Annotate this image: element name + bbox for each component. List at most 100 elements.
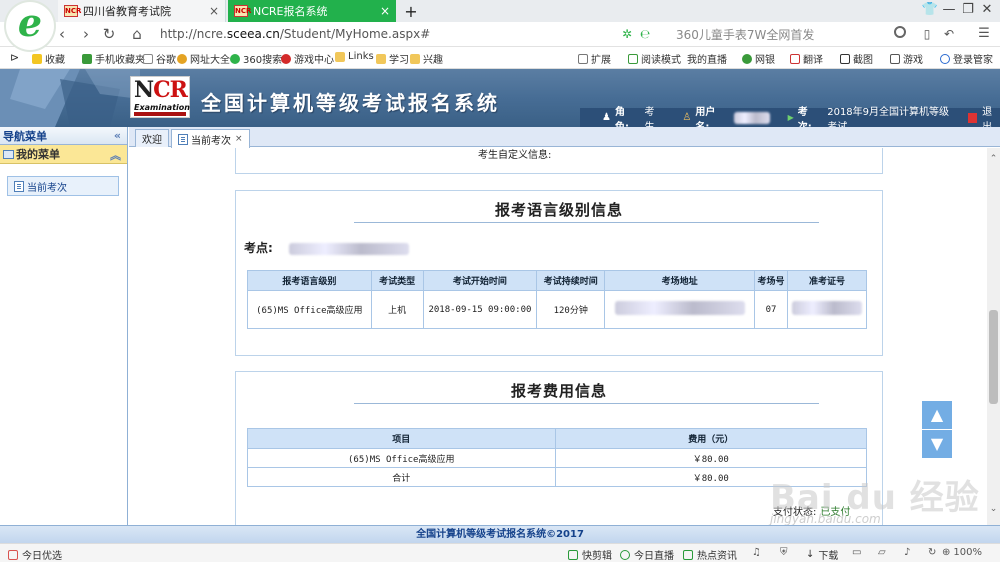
- toolbar-login-manager[interactable]: 登录管家: [940, 51, 993, 66]
- url-input[interactable]: http://ncre. sceea.cn/Student/MyHome.aspx…: [160, 24, 600, 44]
- site-footer: 全国计算机等级考试报名系统©2017: [0, 525, 1000, 543]
- back-icon[interactable]: ‹: [53, 25, 71, 43]
- header-decoration: [0, 69, 140, 127]
- status-today-picks[interactable]: 今日优选: [8, 547, 62, 562]
- bookmark-links[interactable]: Links: [335, 51, 374, 62]
- toolbar-live[interactable]: 我的直播: [687, 51, 727, 66]
- maximize-icon[interactable]: ❐: [959, 2, 977, 17]
- custom-info-label: 考生自定义信息:: [478, 150, 552, 161]
- vertical-scrollbar[interactable]: ⌃ ⌄: [987, 148, 1000, 525]
- bookmark-hao360[interactable]: 网址大全: [177, 51, 230, 66]
- browser-tab-sceea[interactable]: NCR 四川省教育考试院 ×: [58, 0, 226, 22]
- bookmark-favorites[interactable]: 收藏: [32, 51, 65, 66]
- close-tab-icon[interactable]: ×: [235, 134, 243, 144]
- tab-current-exam[interactable]: 当前考次 ×: [171, 129, 250, 148]
- toolbar-extensions[interactable]: 扩展: [578, 51, 611, 66]
- scroll-up-button[interactable]: ▲: [922, 401, 952, 429]
- toolbar-translate[interactable]: 翻译: [790, 51, 823, 66]
- content-tab-bar: 欢迎 当前考次 ×: [129, 127, 1000, 148]
- logout-icon: [968, 112, 978, 123]
- status-hot-news[interactable]: 热点资讯: [683, 547, 737, 562]
- toolbar-screenshot[interactable]: 截图: [840, 51, 873, 66]
- browser-tab-ncre[interactable]: NCR NCRE报名系统 ×: [228, 0, 396, 22]
- undo-icon[interactable]: ↶: [940, 27, 958, 41]
- lang-table: 报考语言级别 考试类型 考试开始时间 考试持续时间 考场地址 考场号 准考证号 …: [247, 270, 868, 329]
- refresh-icon[interactable]: ↻: [100, 25, 118, 43]
- globe-icon: [177, 53, 187, 64]
- site-title: 全国计算机等级考试报名系统: [201, 91, 500, 115]
- table-header-row: 项目 费用（元）: [247, 428, 867, 449]
- menu-icon[interactable]: ☰: [975, 26, 993, 41]
- browser-logo[interactable]: e: [6, 2, 54, 50]
- url-prefix: http://ncre.: [160, 27, 227, 41]
- toolbar-reading-mode[interactable]: 阅读模式: [628, 51, 681, 66]
- ncre-logo: NCR Examination: [130, 76, 190, 118]
- url-domain: sceea.cn: [226, 27, 280, 41]
- exam-label: 考次:: [797, 106, 812, 128]
- forward-icon[interactable]: ›: [77, 25, 95, 43]
- lang-section-title: 报考语言级别信息: [494, 201, 623, 219]
- scissors-icon: [840, 53, 850, 64]
- download-icon: ↓: [806, 549, 815, 560]
- close-window-icon[interactable]: ✕: [978, 2, 996, 17]
- status-refresh-icon[interactable]: ↻: [928, 547, 936, 558]
- arrow-icon: ▶: [787, 113, 794, 122]
- person-icon: ♟: [602, 112, 611, 123]
- folder-icon: [410, 53, 420, 64]
- browser-tab-title: NCRE报名系统: [253, 5, 328, 18]
- bookmark-study[interactable]: 学习: [376, 51, 409, 66]
- minimize-icon[interactable]: —: [940, 2, 958, 17]
- status-speaker-icon[interactable]: ♪: [904, 547, 910, 558]
- gamepad-icon: [890, 53, 900, 64]
- toolbar-games[interactable]: 游戏: [890, 51, 923, 66]
- scroll-arrow-down-icon[interactable]: ⌄: [988, 504, 999, 514]
- status-quick-clip[interactable]: 快剪辑: [568, 547, 612, 562]
- status-dash-icon[interactable]: ▱: [878, 547, 886, 558]
- compat-mode-icon[interactable]: ℮: [636, 27, 654, 41]
- phone-icon[interactable]: ▯: [918, 27, 936, 41]
- collapse-left-icon[interactable]: «: [114, 129, 121, 142]
- bank-icon: [742, 53, 752, 64]
- left-nav-panel: 导航菜单 « 我的菜单 ︽ 当前考次: [0, 127, 128, 525]
- main-content: 考生自定义信息: 报考语言级别信息 考点: 报考语言级别 考试类型 考试开始时间…: [129, 148, 987, 525]
- search-icon[interactable]: [894, 26, 906, 38]
- logout-link[interactable]: 退出: [982, 103, 1000, 128]
- ncr-favicon-icon: NCR: [64, 5, 82, 17]
- toolbar-bank[interactable]: 网银: [742, 51, 775, 66]
- scrollbar-thumb[interactable]: [989, 310, 998, 404]
- my-menu-header[interactable]: 我的菜单 ︽: [0, 145, 127, 164]
- collapse-up-icon[interactable]: ︽: [110, 147, 121, 163]
- folder-icon: [376, 53, 386, 64]
- bookmark-so360[interactable]: 360搜索: [230, 51, 282, 66]
- sidebar-item-current-exam[interactable]: 当前考次: [7, 176, 119, 196]
- bookmark-games[interactable]: 游戏中心: [281, 51, 334, 66]
- document-icon: [14, 180, 24, 192]
- status-window-icon[interactable]: ▭: [852, 547, 861, 558]
- nav-menu-header: 导航菜单 «: [0, 127, 127, 145]
- bookmark-interest[interactable]: 兴趣: [410, 51, 443, 66]
- translate-icon: [790, 53, 800, 64]
- tab-welcome[interactable]: 欢迎: [135, 129, 169, 147]
- status-zoom[interactable]: ⊕ 100%: [942, 547, 982, 558]
- scroll-down-button[interactable]: ▼: [922, 430, 952, 458]
- room-address-redacted: [604, 290, 756, 329]
- sidebar-toggle-icon[interactable]: ⊳: [10, 51, 19, 64]
- status-download[interactable]: ↓ 下载: [806, 547, 838, 562]
- close-tab-icon[interactable]: ×: [380, 4, 390, 18]
- scroll-arrow-up-icon[interactable]: ⌃: [988, 154, 999, 164]
- phone-icon: [82, 53, 92, 64]
- bookmark-google[interactable]: 谷歌: [143, 51, 176, 66]
- close-tab-icon[interactable]: ×: [209, 4, 219, 18]
- skin-icon[interactable]: 👕: [921, 2, 939, 17]
- status-music-icon[interactable]: ♫: [752, 547, 761, 558]
- search-input[interactable]: 360儿童手表7W全网首发: [676, 24, 916, 44]
- role-label: 角色:: [614, 106, 629, 128]
- status-today-live[interactable]: 今日直播: [620, 547, 674, 562]
- extension-icon[interactable]: ✲: [618, 27, 636, 41]
- status-shield-icon[interactable]: ⛨: [780, 547, 788, 558]
- fee-section-title: 报考费用信息: [510, 382, 607, 400]
- new-tab-button[interactable]: +: [401, 0, 421, 22]
- home-icon[interactable]: ⌂: [128, 25, 146, 43]
- bookmark-mobile[interactable]: 手机收藏夹: [82, 51, 145, 66]
- exam-site-redacted: [289, 242, 409, 255]
